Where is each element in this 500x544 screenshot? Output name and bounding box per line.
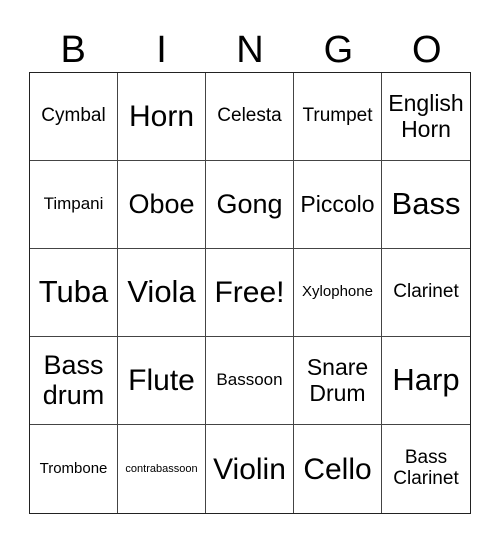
cell-label: Celesta	[217, 105, 282, 127]
header-letter-i: I	[156, 29, 167, 71]
cell-label: Trumpet	[302, 105, 373, 127]
cell-label: English Horn	[388, 90, 464, 142]
bingo-cell[interactable]: Harp	[382, 337, 470, 425]
bingo-cell[interactable]: Timpani	[30, 161, 118, 249]
bingo-cell[interactable]: Tuba	[30, 249, 118, 337]
cell-label: Gong	[216, 188, 283, 219]
free-space-cell[interactable]: Free!	[206, 249, 294, 337]
bingo-cell[interactable]: Oboe	[118, 161, 206, 249]
bingo-cell[interactable]: Celesta	[206, 73, 294, 161]
cell-label: Piccolo	[300, 190, 375, 217]
bingo-cell[interactable]: Snare Drum	[294, 337, 382, 425]
cell-label: Flute	[128, 364, 195, 397]
bingo-cell[interactable]: Gong	[206, 161, 294, 249]
cell-label: Tuba	[38, 274, 109, 310]
bingo-cell[interactable]: Bass	[382, 161, 470, 249]
bingo-cell[interactable]: Piccolo	[294, 161, 382, 249]
cell-label: Clarinet	[393, 281, 459, 303]
bingo-board: Cymbal Horn Celesta Trumpet English Horn Timp…	[29, 72, 471, 514]
cell-label: Bassoon	[216, 370, 283, 390]
cell-label: Horn	[128, 100, 195, 133]
cell-label: Bass	[391, 186, 461, 222]
bingo-cell[interactable]: Clarinet	[382, 249, 470, 337]
bingo-cell[interactable]: Bass Clarinet	[382, 425, 470, 513]
bingo-cell[interactable]: Bass drum	[30, 337, 118, 425]
cell-label: Harp	[392, 362, 460, 398]
cell-label: Viola	[127, 274, 196, 310]
bingo-header: B I N G O	[29, 28, 471, 72]
bingo-cell[interactable]: Bassoon	[206, 337, 294, 425]
cell-label: Bass drum	[42, 349, 105, 410]
bingo-cell[interactable]: Xylophone	[294, 249, 382, 337]
bingo-cell[interactable]: English Horn	[382, 73, 470, 161]
cell-label: Cymbal	[41, 105, 106, 127]
cell-label: Xylophone	[302, 283, 373, 301]
header-letter-b: B	[60, 29, 86, 71]
cell-label: Timpani	[43, 194, 104, 214]
cell-label: Violin	[213, 452, 286, 486]
cell-label: Oboe	[128, 188, 195, 219]
header-letter-o: O	[411, 29, 442, 71]
bingo-cell[interactable]: Trombone	[30, 425, 118, 513]
bingo-cell[interactable]: contrabassoon	[118, 425, 206, 513]
cell-label: Cello	[303, 452, 372, 486]
bingo-cell[interactable]: Cymbal	[30, 73, 118, 161]
bingo-cell[interactable]: Trumpet	[294, 73, 382, 161]
bingo-cell[interactable]: Horn	[118, 73, 206, 161]
cell-label: contrabassoon	[125, 462, 198, 475]
header-letter-g: G	[323, 29, 354, 71]
bingo-cell[interactable]: Violin	[206, 425, 294, 513]
cell-label: Bass Clarinet	[393, 447, 459, 489]
bingo-cell[interactable]: Cello	[294, 425, 382, 513]
header-letter-n: N	[236, 29, 264, 71]
cell-label: Free!	[214, 276, 285, 309]
bingo-cell[interactable]: Viola	[118, 249, 206, 337]
cell-label: Trombone	[39, 459, 108, 477]
cell-label: Snare Drum	[306, 354, 369, 406]
bingo-cell[interactable]: Flute	[118, 337, 206, 425]
